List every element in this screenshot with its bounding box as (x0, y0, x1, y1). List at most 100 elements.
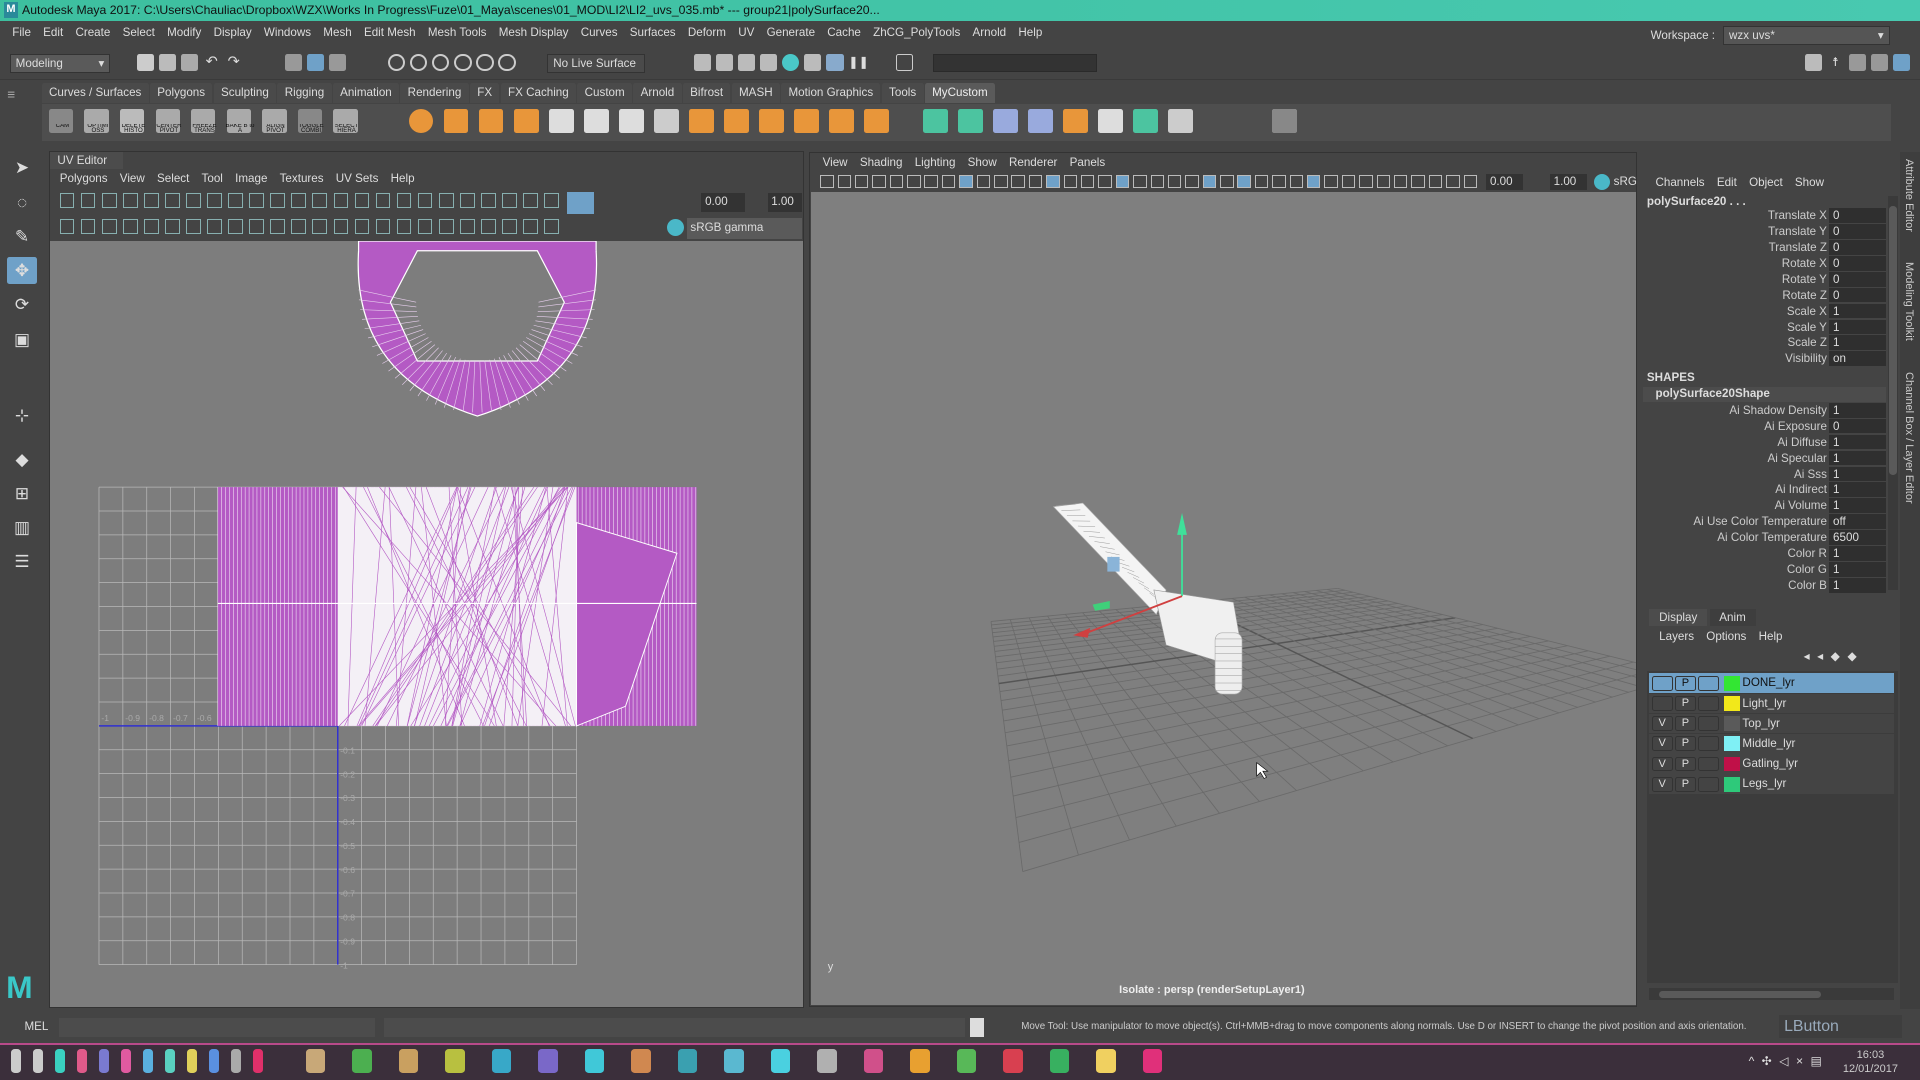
viewport-tool-icon[interactable] (1324, 175, 1337, 188)
channel-row[interactable]: Ai Use Color Temperature off (1641, 514, 1886, 530)
channel-row[interactable]: Ai Indirect 1 (1641, 482, 1886, 498)
playback-toggle[interactable]: P (1675, 696, 1696, 711)
uv-tool-icon[interactable] (355, 219, 370, 234)
uv-tool-icon[interactable] (207, 219, 222, 234)
menu-windows[interactable]: Windows (261, 26, 313, 39)
layer-menu-options[interactable]: Options (1704, 630, 1749, 643)
uv-tool-icon[interactable] (165, 193, 180, 208)
move-layer-down-icon[interactable]: ◂ (1817, 649, 1831, 663)
uv-tool-icon[interactable] (523, 193, 538, 208)
channel-value[interactable]: 1 (1829, 467, 1885, 482)
uv-tool-icon[interactable] (186, 219, 201, 234)
search-icon[interactable] (33, 1049, 43, 1073)
uv-tool-icon[interactable] (270, 193, 285, 208)
sphere-icon[interactable] (409, 109, 433, 133)
uv-tool-icon[interactable] (523, 219, 538, 234)
channel-value[interactable]: 1 (1829, 578, 1885, 593)
shelf-tab-rendering[interactable]: Rendering (400, 83, 468, 103)
shelf-tab-bifrost[interactable]: Bifrost (683, 83, 731, 103)
uv-exposure-field[interactable]: 0.00 (701, 193, 745, 211)
viewport-tool-icon[interactable] (838, 175, 851, 188)
viewport-gamma-field[interactable]: 1.00 (1550, 174, 1587, 190)
box-icon[interactable] (549, 109, 573, 133)
dropbox-icon[interactable]: ✣ (1762, 1054, 1780, 1068)
menu-uv[interactable]: UV (736, 26, 757, 39)
viewport-menu-panels[interactable]: Panels (1067, 156, 1107, 169)
cinema-icon[interactable] (585, 1049, 605, 1073)
uv-menu-polygons[interactable]: Polygons (57, 172, 110, 185)
save-scene-icon[interactable] (181, 54, 198, 71)
viewport-tool-icon[interactable] (1359, 175, 1372, 188)
layout-single-icon[interactable]: ◆ (7, 446, 36, 473)
live-surface-field[interactable]: No Live Surface (547, 54, 645, 74)
channel-box-scrollbar[interactable] (1888, 196, 1898, 590)
lattice-icon[interactable] (1168, 109, 1192, 133)
channel-value[interactable]: 0 (1829, 240, 1885, 255)
render-sequence-icon[interactable] (716, 54, 733, 71)
uv-tool-icon[interactable] (81, 193, 96, 208)
star-icon[interactable] (187, 1049, 197, 1073)
viewport-tool-icon[interactable] (1011, 175, 1024, 188)
uv-tool-icon[interactable] (355, 193, 370, 208)
shelf-tab-curves-surfaces[interactable]: Curves / Surfaces (42, 83, 149, 103)
layout-two-icon[interactable]: ▥ (7, 514, 36, 541)
uv-tool-icon[interactable] (418, 219, 433, 234)
playback-toggle[interactable]: P (1675, 676, 1696, 691)
channel-value[interactable]: on (1829, 351, 1885, 366)
color-management-toggle-icon[interactable] (1594, 174, 1610, 190)
visibility-toggle[interactable]: V (1652, 736, 1673, 751)
uv-tool-icon[interactable] (123, 193, 138, 208)
viewport-tool-icon[interactable] (1203, 175, 1216, 188)
channel-value[interactable]: 0 (1829, 272, 1885, 287)
snap-curve-icon[interactable] (410, 54, 427, 71)
viewport-tool-icon[interactable] (1342, 175, 1355, 188)
uv-tool-icon[interactable] (102, 193, 117, 208)
menu-file[interactable]: File (10, 26, 34, 39)
new-scene-icon[interactable] (137, 54, 154, 71)
viewport-tool-icon[interactable] (820, 175, 833, 188)
layer-color-swatch[interactable] (1724, 716, 1740, 731)
viewport-tool-icon[interactable] (1307, 175, 1320, 188)
lasso-tool-icon[interactable]: ◌ (7, 189, 36, 216)
delete-history-icon[interactable]: DELETE HISTO (120, 109, 144, 133)
arrow-icon[interactable] (759, 109, 783, 133)
uv-tool-icon[interactable] (439, 219, 454, 234)
channel-menu-object[interactable]: Object (1747, 176, 1785, 189)
uv-tool-icon[interactable] (291, 193, 306, 208)
notifications-icon[interactable]: ▤ (1811, 1054, 1830, 1068)
after-effects-icon[interactable] (538, 1049, 558, 1073)
channel-value[interactable]: 1 (1829, 562, 1885, 577)
c4d-icon[interactable] (631, 1049, 651, 1073)
render-frame-icon[interactable] (694, 54, 711, 71)
channel-row[interactable]: Scale Y1 (1641, 320, 1886, 336)
layer-color-swatch[interactable] (1724, 676, 1740, 691)
move-icon[interactable] (993, 109, 1017, 133)
shelf-tab-arnold[interactable]: Arnold (633, 83, 681, 103)
stairs-icon[interactable] (864, 109, 888, 133)
script-editor-icon[interactable] (970, 1018, 985, 1038)
menu-generate[interactable]: Generate (764, 26, 817, 39)
viewport-tool-icon[interactable] (1116, 175, 1129, 188)
clock[interactable]: 16:03 12/01/2017 (1843, 1048, 1898, 1077)
uv-tool-icon[interactable] (186, 193, 201, 208)
layer-row[interactable]: V P Middle_lyr (1649, 734, 1894, 754)
input-line-field[interactable] (933, 54, 1097, 72)
side-tab-channel-box-layer-editor[interactable]: Channel Box / Layer Editor (1903, 372, 1915, 504)
ipr-render-icon[interactable] (738, 54, 755, 71)
power-icon[interactable] (143, 1049, 153, 1073)
viewport-tool-icon[interactable] (1098, 175, 1111, 188)
display-type-toggle[interactable] (1698, 736, 1719, 751)
viewport-tool-icon[interactable] (855, 175, 868, 188)
target-icon[interactable] (689, 109, 713, 133)
render-view-icon[interactable] (804, 54, 821, 71)
viewport-tool-icon[interactable] (994, 175, 1007, 188)
uv-editor-tab[interactable]: UV Editor (50, 152, 123, 169)
uv-tool-icon[interactable] (81, 219, 96, 234)
lock-icon[interactable] (77, 1049, 87, 1073)
perspective-viewport[interactable]: Isolate : persp (renderSetupLayer1) y (811, 192, 1636, 1005)
playback-toggle[interactable]: P (1675, 716, 1696, 731)
new-layer-icon[interactable]: ◆ (1831, 649, 1848, 663)
uv-tool-icon[interactable] (165, 219, 180, 234)
channel-value[interactable]: 1 (1829, 403, 1885, 418)
uv-tool-icon[interactable] (502, 193, 517, 208)
